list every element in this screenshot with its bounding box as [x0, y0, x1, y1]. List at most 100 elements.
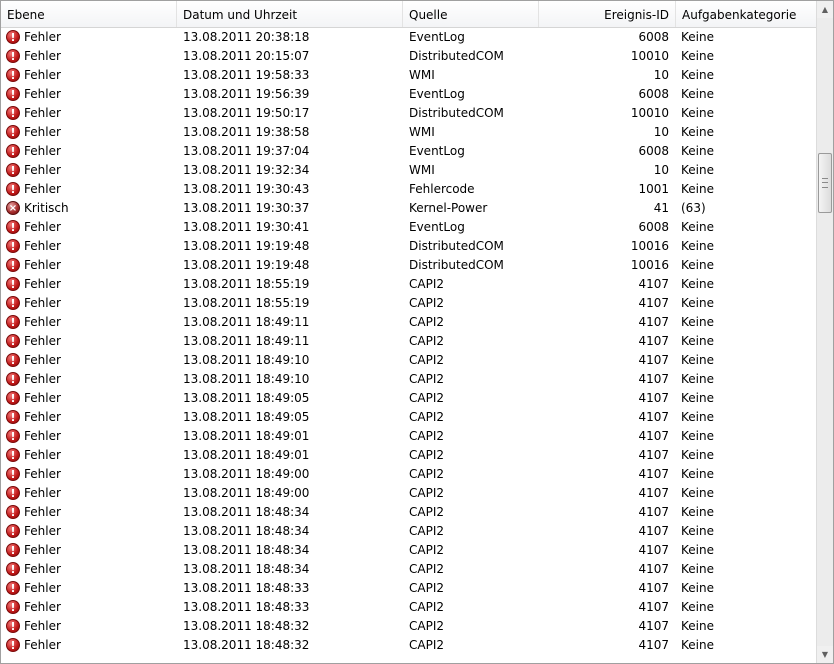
error-icon: ! — [6, 315, 20, 329]
task-category-cell: Keine — [681, 505, 714, 519]
error-icon: ! — [6, 391, 20, 405]
level-cell: ! Fehler — [5, 560, 175, 579]
event-id-cell: 4107 — [638, 448, 669, 462]
task-category-cell: Keine — [681, 334, 714, 348]
column-header-event-id-label: Ereignis-ID — [604, 8, 669, 22]
table-row[interactable]: ! Fehler 13.08.2011 18:49:10 CAPI2 4107 Keine — [1, 351, 816, 370]
task-category-cell: Keine — [681, 68, 714, 82]
task-category-cell: Keine — [681, 429, 714, 443]
task-category-cell: Keine — [681, 277, 714, 291]
task-category-cell: Keine — [681, 106, 714, 120]
source-cell: CAPI2 — [409, 410, 444, 424]
table-row[interactable]: ! Fehler 13.08.2011 18:55:19 CAPI2 4107 Keine — [1, 294, 816, 313]
datetime-cell: 13.08.2011 19:30:43 — [183, 182, 310, 196]
critical-icon: × — [6, 201, 20, 215]
column-header-datetime[interactable]: Datum und Uhrzeit — [177, 1, 403, 27]
task-category-cell: Keine — [681, 543, 714, 557]
table-row[interactable]: ! Fehler 13.08.2011 20:15:07 DistributedCOM… — [1, 47, 816, 66]
column-header-bar: Ebene Datum und Uhrzeit Quelle Ereignis-… — [1, 1, 816, 28]
column-header-event-id[interactable]: Ereignis-ID — [539, 1, 676, 27]
column-header-level[interactable]: Ebene — [1, 1, 177, 27]
table-row[interactable]: ! Fehler 13.08.2011 19:37:04 EventLog 6008 Ke… — [1, 142, 816, 161]
error-icon: ! — [6, 524, 20, 538]
column-header-source[interactable]: Quelle — [403, 1, 539, 27]
table-row[interactable]: ! Fehler 13.08.2011 18:49:01 CAPI2 4107 Keine — [1, 446, 816, 465]
table-row[interactable]: ! Fehler 13.08.2011 18:48:34 CAPI2 4107 Keine — [1, 560, 816, 579]
table-row[interactable]: ! Fehler 13.08.2011 18:49:05 CAPI2 4107 Keine — [1, 408, 816, 427]
level-cell: ! Fehler — [5, 465, 175, 484]
task-category-cell: Keine — [681, 524, 714, 538]
table-row[interactable]: ! Fehler 13.08.2011 18:55:19 CAPI2 4107 Keine — [1, 275, 816, 294]
event-id-cell: 4107 — [638, 562, 669, 576]
table-row[interactable]: ! Fehler 13.08.2011 18:49:05 CAPI2 4107 Keine — [1, 389, 816, 408]
level-label: Fehler — [24, 239, 61, 253]
level-label: Fehler — [24, 49, 61, 63]
level-cell: ! Fehler — [5, 636, 175, 655]
column-header-level-label: Ebene — [7, 8, 45, 22]
level-label: Fehler — [24, 68, 61, 82]
table-row[interactable]: ! Fehler 13.08.2011 20:38:18 EventLog 6008 Ke… — [1, 28, 816, 47]
table-row[interactable]: ! Fehler 13.08.2011 19:38:58 WMI 10 Keine — [1, 123, 816, 142]
table-row[interactable]: × Kritisch 13.08.2011 19:30:37 Kernel-Power… — [1, 199, 816, 218]
source-cell: EventLog — [409, 220, 465, 234]
table-row[interactable]: ! Fehler 13.08.2011 18:48:34 CAPI2 4107 Keine — [1, 541, 816, 560]
level-label: Fehler — [24, 87, 61, 101]
table-row[interactable]: ! Fehler 13.08.2011 19:56:39 EventLog 6008 Ke… — [1, 85, 816, 104]
table-row[interactable]: ! Fehler 13.08.2011 18:48:34 CAPI2 4107 Keine — [1, 503, 816, 522]
table-row[interactable]: ! Fehler 13.08.2011 19:19:48 DistributedCOM… — [1, 256, 816, 275]
table-row[interactable]: ! Fehler 13.08.2011 18:49:00 CAPI2 4107 Keine — [1, 484, 816, 503]
level-label: Fehler — [24, 467, 61, 481]
error-icon: ! — [6, 106, 20, 120]
table-row[interactable]: ! Fehler 13.08.2011 18:49:11 CAPI2 4107 Keine — [1, 332, 816, 351]
task-category-cell: Keine — [681, 125, 714, 139]
level-cell: ! Fehler — [5, 28, 175, 47]
level-cell: ! Fehler — [5, 123, 175, 142]
task-category-cell: Keine — [681, 144, 714, 158]
event-id-cell: 4107 — [638, 467, 669, 481]
level-cell: ! Fehler — [5, 522, 175, 541]
table-row[interactable]: ! Fehler 13.08.2011 18:48:33 CAPI2 4107 Keine — [1, 598, 816, 617]
task-category-cell: Keine — [681, 353, 714, 367]
table-row[interactable]: ! Fehler 13.08.2011 19:32:34 WMI 10 Keine — [1, 161, 816, 180]
table-row[interactable]: ! Fehler 13.08.2011 19:58:33 WMI 10 Keine — [1, 66, 816, 85]
task-category-cell: Keine — [681, 486, 714, 500]
table-row[interactable]: ! Fehler 13.08.2011 19:50:17 DistributedCOM… — [1, 104, 816, 123]
datetime-cell: 13.08.2011 18:49:00 — [183, 467, 310, 481]
level-cell: ! Fehler — [5, 104, 175, 123]
task-category-cell: Keine — [681, 30, 714, 44]
event-id-cell: 4107 — [638, 600, 669, 614]
scroll-down-arrow-icon[interactable]: ▼ — [817, 646, 833, 663]
level-cell: ! Fehler — [5, 218, 175, 237]
error-icon: ! — [6, 49, 20, 63]
event-id-cell: 4107 — [638, 391, 669, 405]
table-row[interactable]: ! Fehler 13.08.2011 18:48:33 CAPI2 4107 Keine — [1, 579, 816, 598]
event-id-cell: 4107 — [638, 524, 669, 538]
scroll-up-arrow-icon[interactable]: ▲ — [817, 1, 833, 18]
table-row[interactable]: ! Fehler 13.08.2011 18:49:11 CAPI2 4107 Keine — [1, 313, 816, 332]
error-icon: ! — [6, 163, 20, 177]
table-row[interactable]: ! Fehler 13.08.2011 18:48:32 CAPI2 4107 Keine — [1, 617, 816, 636]
level-label: Fehler — [24, 125, 61, 139]
source-cell: DistributedCOM — [409, 49, 504, 63]
column-header-task-category[interactable]: Aufgabenkategorie — [676, 1, 816, 27]
datetime-cell: 13.08.2011 18:48:34 — [183, 505, 310, 519]
datetime-cell: 13.08.2011 19:30:41 — [183, 220, 310, 234]
table-row[interactable]: ! Fehler 13.08.2011 18:49:01 CAPI2 4107 Keine — [1, 427, 816, 446]
vertical-scrollbar[interactable]: ▲ ▼ — [816, 1, 833, 663]
scrollbar-thumb[interactable] — [818, 153, 832, 213]
event-id-cell: 10010 — [630, 49, 669, 63]
event-id-cell: 6008 — [638, 144, 669, 158]
table-row[interactable]: ! Fehler 13.08.2011 18:49:00 CAPI2 4107 Keine — [1, 465, 816, 484]
table-row[interactable]: ! Fehler 13.08.2011 18:48:34 CAPI2 4107 Keine — [1, 522, 816, 541]
table-row[interactable]: ! Fehler 13.08.2011 18:48:32 CAPI2 4107 Keine — [1, 636, 816, 655]
table-row[interactable]: ! Fehler 13.08.2011 19:30:41 EventLog 6008 Ke… — [1, 218, 816, 237]
source-cell: CAPI2 — [409, 448, 444, 462]
error-icon: ! — [6, 30, 20, 44]
table-row[interactable]: ! Fehler 13.08.2011 19:30:43 Fehlercode 1001… — [1, 180, 816, 199]
level-label: Fehler — [24, 258, 61, 272]
source-cell: EventLog — [409, 144, 465, 158]
error-icon: ! — [6, 638, 20, 652]
table-row[interactable]: ! Fehler 13.08.2011 19:19:48 DistributedCOM… — [1, 237, 816, 256]
table-row[interactable]: ! Fehler 13.08.2011 18:49:10 CAPI2 4107 Keine — [1, 370, 816, 389]
error-icon: ! — [6, 334, 20, 348]
